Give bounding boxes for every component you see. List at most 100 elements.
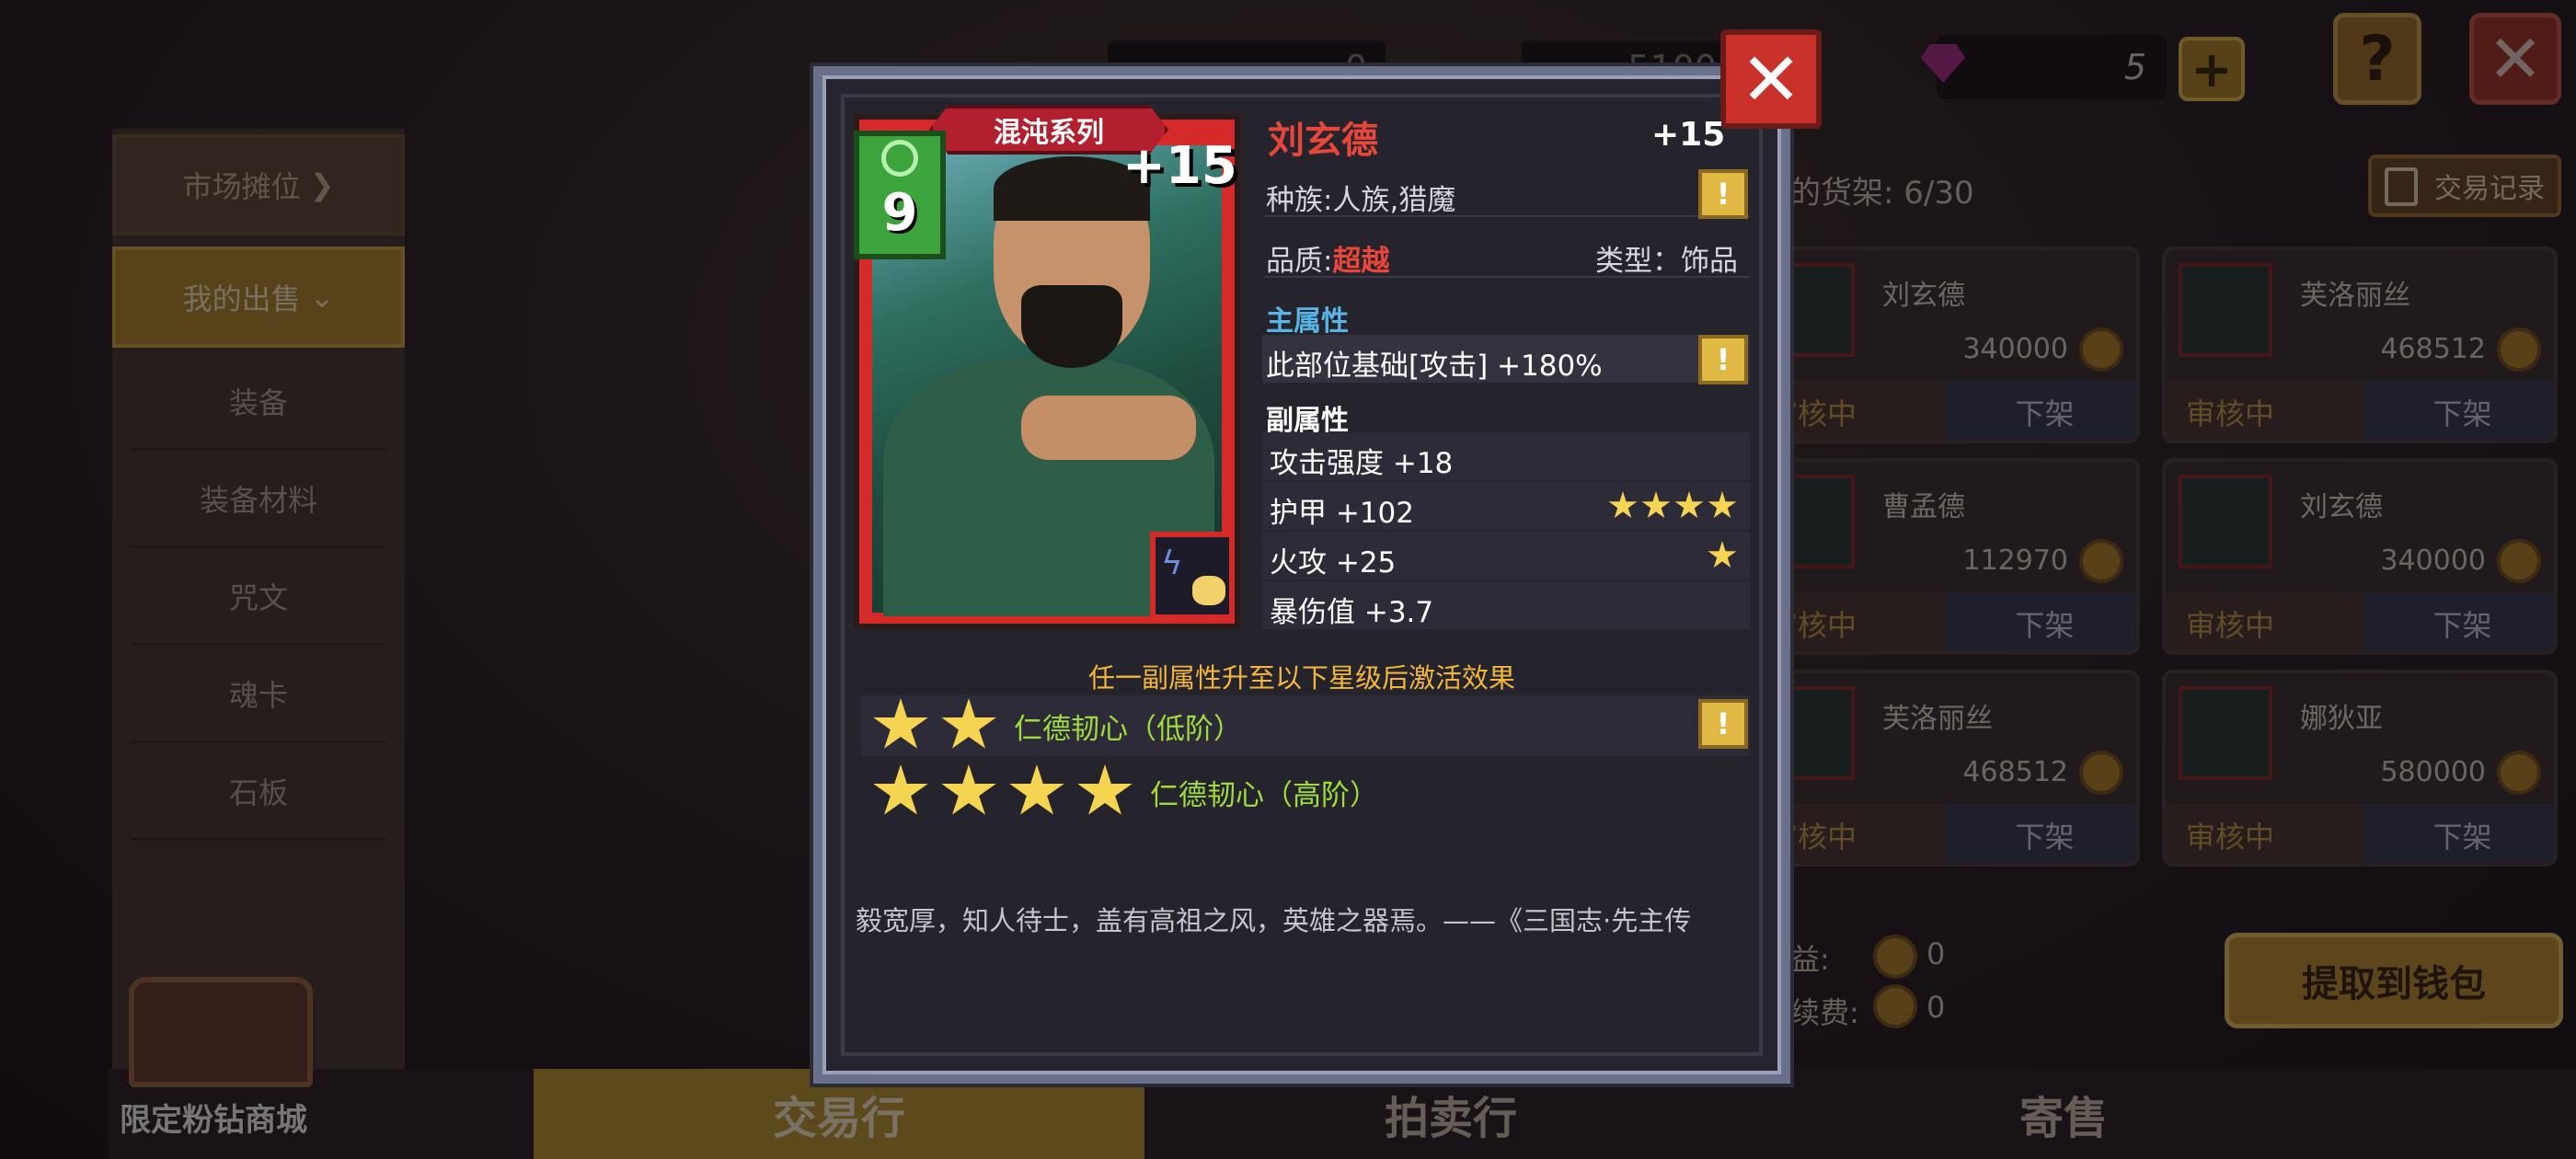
listing-price: 340000 (1962, 333, 2068, 365)
coin-icon (2079, 539, 2123, 583)
effect-label: 仁德韧心（高阶） (1150, 778, 1378, 812)
sub-attr-stars (1604, 491, 1737, 524)
item-thumbnail (2179, 686, 2272, 780)
hero-beard (1021, 285, 1122, 368)
sidebar-item-materials[interactable]: 装备材料 (131, 451, 386, 548)
star-icon (1077, 764, 1133, 815)
main-attr-text: 此部位基础[攻击] +180% (1266, 350, 1603, 383)
sidebar-item-label: 石板 (228, 775, 288, 810)
my-sales-label: 我的出售 (182, 281, 301, 316)
unlist-button[interactable]: 下架 (1946, 381, 2136, 440)
main-attr-title: 主属性 (1266, 305, 1349, 338)
quality-label: 品质: (1266, 245, 1333, 278)
unlist-button[interactable]: 下架 (2363, 381, 2554, 440)
quality-text: 品质:超越 (1266, 237, 1389, 279)
slot-symbol-icon: ϟ (1161, 545, 1183, 582)
sidebar-item-label: 魂卡 (228, 677, 288, 713)
tab-consignment[interactable]: 寄售 (1757, 1069, 2370, 1159)
listing-name: 娜狄亚 (2300, 703, 2383, 735)
quality-value: 超越 (1332, 245, 1390, 278)
coin-icon (2079, 751, 2123, 795)
activation-title: 任一副属性升至以下星级后激活效果 (1087, 662, 1515, 694)
sidebar-item-soul-cards[interactable]: 魂卡 (131, 646, 386, 743)
unlist-button[interactable]: 下架 (1946, 804, 2136, 863)
listing-name: 刘玄德 (2300, 491, 2383, 523)
star-icon (1641, 491, 1671, 519)
main-attr-info-button[interactable]: ! (1698, 335, 1748, 384)
treasure-chest-icon[interactable] (129, 977, 313, 1087)
listing-status: 审核中 (2166, 381, 2363, 440)
skull-icon (1192, 576, 1225, 605)
effect-row: 仁德韧心（低阶） (861, 695, 1750, 756)
sidebar-item-slates[interactable]: 石板 (131, 743, 386, 841)
coin-icon (1873, 935, 1917, 979)
pink-diamond-shop-label[interactable]: 限定粉钻商城 (120, 1095, 307, 1140)
sidebar-market-stall[interactable]: 市场摊位 ❯ (112, 134, 405, 235)
unlist-button[interactable]: 下架 (1946, 592, 2136, 651)
sidebar-my-sales[interactable]: 我的出售 ⌄ (112, 247, 405, 348)
record-list-icon (2385, 167, 2418, 206)
item-thumbnail (2179, 475, 2272, 568)
coin-icon (2497, 327, 2541, 372)
item-lore-quote: 毅宽厚，知人待士，盖有高祖之风，英雄之器焉。——《三国志·先主传 (856, 905, 1692, 936)
sidebar-item-label: 装备材料 (199, 482, 317, 518)
item-thumbnail (2179, 263, 2272, 357)
listing-card[interactable]: 刘玄德 340000 审核中 下架 (2162, 458, 2558, 655)
race-text: 种族:人族,猎魔 (1266, 184, 1456, 217)
effect-info-button[interactable]: ! (1698, 699, 1748, 749)
star-icon (873, 764, 928, 815)
unlist-button[interactable]: 下架 (2363, 804, 2554, 863)
chevron-right-icon: ❯ (309, 167, 335, 202)
race-info-button[interactable]: ! (1698, 169, 1748, 219)
market-stall-label: 市场摊位 (182, 169, 301, 204)
item-enhance-level: +15 (1651, 116, 1726, 154)
fee-value: 0 (1926, 990, 1946, 1025)
listing-card[interactable]: 芙洛丽丝 468512 审核中 下架 (2162, 247, 2558, 443)
coin-icon (2079, 327, 2123, 372)
item-name: 刘玄德 (1268, 120, 1378, 162)
close-icon: ✕ (1740, 36, 1802, 122)
game-screen: 0 5100 5 + ? ✕ 市场摊位❯ 我的出售⌄ 装备 装备材料 咒文 魂卡… (0, 0, 2576, 1159)
income-label: 益: (1790, 942, 1830, 977)
chevron-down-icon: ⌄ (309, 280, 335, 315)
listing-price: 112970 (1962, 545, 2068, 577)
listing-name: 刘玄德 (1882, 280, 1965, 312)
listing-status: 审核中 (2166, 804, 2363, 863)
listing-name: 曹孟德 (1882, 491, 1965, 523)
star-icon (1674, 491, 1704, 519)
listing-name: 芙洛丽丝 (1882, 703, 1993, 735)
star-icon (1608, 491, 1638, 519)
add-gems-button[interactable]: + (2179, 37, 2245, 101)
help-button[interactable]: ? (2333, 13, 2421, 105)
effect-label: 仁德韧心（低阶） (1014, 712, 1242, 746)
sidebar-item-equipment[interactable]: 装备 (131, 353, 386, 451)
sub-attr-text: 攻击强度 +18 (1270, 447, 1454, 480)
coin-icon (2497, 751, 2541, 795)
info-icon: ! (1716, 177, 1731, 212)
sub-attr-text: 火攻 +25 (1270, 546, 1397, 580)
star-icon (941, 764, 996, 815)
listing-card[interactable]: 刘玄德 340000 审核中 下架 (1744, 247, 2140, 443)
gem-value: 5 (2123, 47, 2146, 87)
listing-card[interactable]: 娜狄亚 580000 审核中 下架 (2162, 670, 2558, 866)
sub-attr-text: 暴伤值 +3.7 (1270, 596, 1434, 629)
listing-price: 340000 (2380, 545, 2486, 577)
item-type: 类型：饰品 (1595, 245, 1738, 278)
card-enhance-level: +15 (1122, 136, 1237, 196)
shelf-capacity: 的货架: 6/30 (1789, 175, 1974, 212)
sub-attr-text: 护甲 +102 (1270, 497, 1414, 530)
star-icon (941, 698, 996, 749)
listing-price: 468512 (1962, 756, 2068, 788)
listing-card[interactable]: 芙洛丽丝 468512 审核中 下架 (1744, 670, 2140, 866)
listing-card[interactable]: 曹孟德 112970 审核中 下架 (1744, 458, 2140, 655)
unlist-button[interactable]: 下架 (2363, 592, 2554, 651)
trade-record-label: 交易记录 (2434, 173, 2545, 205)
close-market-button[interactable]: ✕ (2469, 13, 2561, 105)
sidebar-item-spells[interactable]: 咒文 (131, 548, 386, 646)
listing-price: 580000 (2380, 756, 2486, 788)
effect-row: 仁德韧心（高阶） (861, 762, 1750, 822)
modal-close-button[interactable]: ✕ (1720, 29, 1822, 129)
info-icon: ! (1716, 706, 1731, 741)
info-icon: ! (1716, 342, 1731, 377)
withdraw-to-wallet-button[interactable]: 提取到钱包 (2225, 933, 2563, 1028)
